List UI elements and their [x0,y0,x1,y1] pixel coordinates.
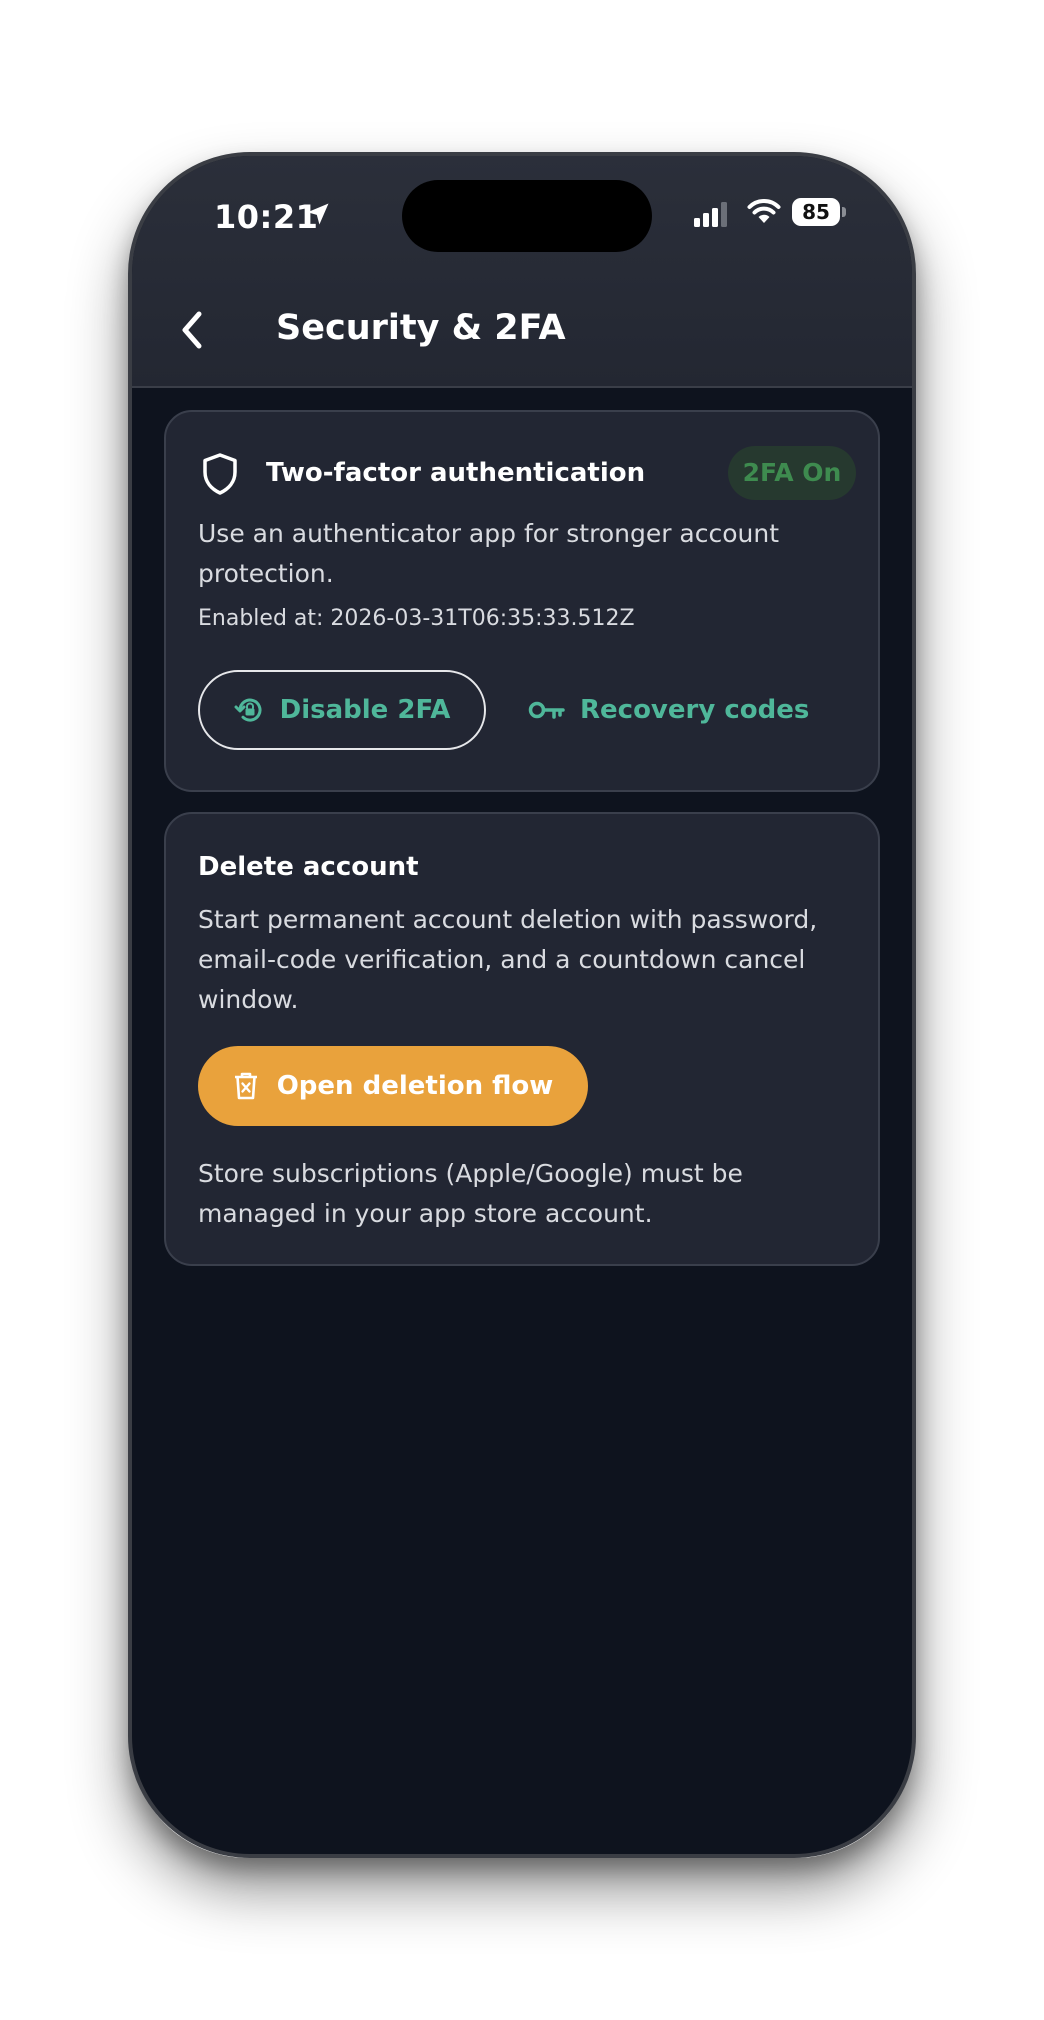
status-time: 10:21 [214,198,319,236]
shield-icon [203,453,237,495]
enabled-at-text: Enabled at: 2026-03-31T06:35:33.512Z [198,606,635,631]
dynamic-island [402,180,652,252]
delete-account-title: Delete account [198,852,419,882]
canvas: 10:21 85 Security & 2FA Two-factor authe… [0,0,1044,2020]
chevron-left-icon [182,311,202,349]
open-deletion-flow-button[interactable]: Open deletion flow [198,1046,588,1126]
cellular-signal-icon [694,202,727,227]
screen: 10:21 85 Security & 2FA Two-factor authe… [132,156,912,1854]
back-button[interactable] [166,304,218,356]
two-factor-card: Two-factor authentication 2FA On Use an … [164,410,880,792]
two-factor-description: Use an authenticator app for stronger ac… [198,519,780,588]
top-bar: 10:21 85 Security & 2FA [132,156,912,388]
recovery-codes-label: Recovery codes [580,695,810,725]
status-badge: 2FA On [728,446,856,500]
location-arrow-icon [307,203,329,225]
open-deletion-flow-label: Open deletion flow [276,1071,554,1101]
phone-frame: 10:21 85 Security & 2FA Two-factor authe… [128,152,916,1858]
lock-reset-icon [234,698,262,722]
wifi-icon [747,199,781,223]
trash-icon [234,1072,257,1100]
recovery-codes-button[interactable]: Recovery codes [528,670,809,750]
disable-2fa-label: Disable 2FA [279,695,451,725]
battery-nub [842,207,846,217]
disable-2fa-button[interactable]: Disable 2FA [198,670,486,750]
two-factor-title: Two-factor authentication [266,458,646,488]
subscriptions-note: Store subscriptions (Apple/Google) must … [198,1159,743,1228]
page-title: Security & 2FA [276,308,566,348]
battery-indicator: 85 [792,198,840,226]
delete-account-card: Delete account Start permanent account d… [164,812,880,1266]
delete-account-description: Start permanent account deletion with pa… [198,905,818,1014]
key-icon [528,701,565,719]
